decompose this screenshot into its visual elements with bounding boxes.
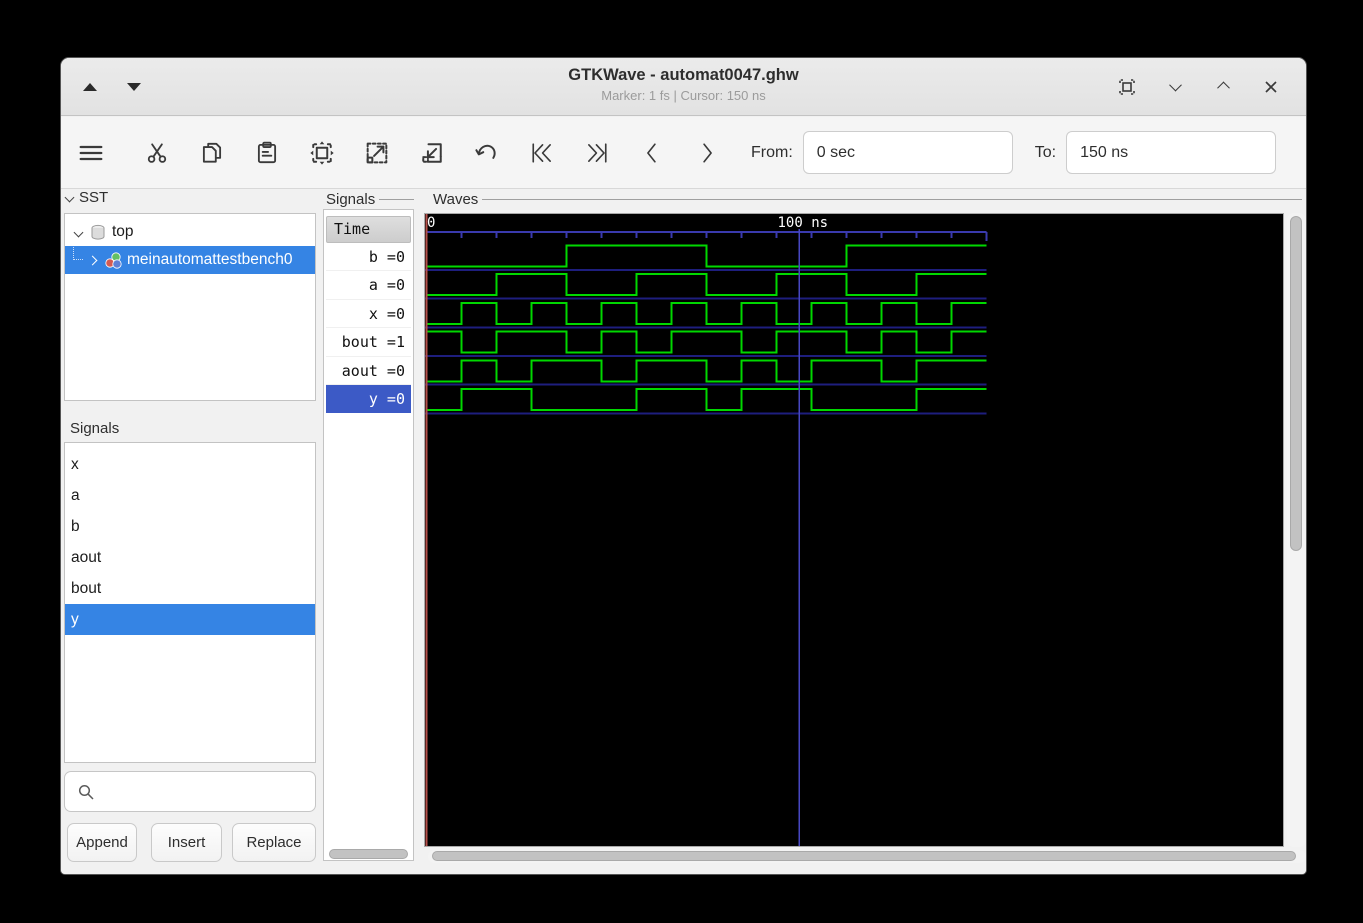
fullscreen-toggle-icon[interactable] [1114,74,1140,100]
signal-name-list: xabaoutbouty [64,442,316,763]
cut-icon[interactable] [135,131,179,175]
reload-icon[interactable] [1294,131,1307,175]
tree-guide [73,246,83,260]
waves-frame-label: Waves [433,191,1302,208]
expander-icon[interactable] [88,255,98,265]
signals-hscrollbar[interactable] [329,849,408,859]
signals-values-panel: Time b =0a =0x =0bout =1aout =0y =0 [323,209,414,861]
pane-down-icon[interactable] [121,74,147,100]
time-header[interactable]: Time [326,216,411,243]
waves-hscrollbar-track[interactable] [428,850,1306,863]
pane-up-icon[interactable] [77,74,103,100]
testbench-icon [105,252,123,269]
zoom-fit-icon[interactable] [300,131,344,175]
waves-vscrollbar-track[interactable] [1287,213,1306,847]
signals-frame-label: Signals [326,191,414,208]
copy-icon[interactable] [190,131,234,175]
list-item-a[interactable]: a [65,480,315,511]
undo-icon[interactable] [465,131,509,175]
roll-up-icon[interactable] [1210,74,1236,100]
roll-down-icon[interactable] [1162,74,1188,100]
search-icon [77,783,95,801]
zoom-out-icon[interactable] [410,131,454,175]
expander-icon[interactable] [74,227,84,237]
list-item-b[interactable]: b [65,511,315,542]
to-input[interactable] [1066,131,1276,174]
step-right-icon[interactable] [685,131,729,175]
gtkwave-window: GTKWave - automat0047.ghw Marker: 1 fs |… [60,57,1307,875]
sst-frame-label[interactable]: SST [66,189,108,206]
signal-value-rows: b =0a =0x =0bout =1aout =0y =0 [326,243,411,413]
waves-hscrollbar-thumb[interactable] [432,851,1296,861]
list-item-y[interactable]: y [65,604,315,635]
svg-text:100 ns: 100 ns [778,215,829,231]
waves-vscrollbar-thumb[interactable] [1290,216,1302,551]
skip-to-end-icon[interactable] [575,131,619,175]
list-item-x[interactable]: x [65,449,315,480]
signal-value-row[interactable]: aout =0 [326,357,411,385]
search-box [64,771,316,812]
module-icon [90,224,106,241]
insert-button[interactable]: Insert [151,823,222,862]
close-icon[interactable] [1258,74,1284,100]
toolbar: From: To: [61,117,1306,189]
signal-value-row[interactable]: x =0 [326,300,411,328]
list-item-bout[interactable]: bout [65,573,315,604]
main-content: SST top meinautomattestbench0 [61,189,1306,874]
tree-item-label: top [112,223,134,241]
sst-signals-label: Signals [70,420,119,437]
signal-value-row[interactable]: b =0 [326,243,411,271]
wave-canvas[interactable]: 0 100 ns [424,213,1284,847]
svg-text:0: 0 [427,215,435,231]
signal-value-row[interactable]: a =0 [326,271,411,299]
titlebar: GTKWave - automat0047.ghw Marker: 1 fs |… [61,58,1306,116]
menu-icon[interactable] [69,131,113,175]
skip-to-start-icon[interactable] [520,131,564,175]
signal-value-row[interactable]: bout =1 [326,328,411,356]
tree-item-label: meinautomattestbench0 [127,251,292,269]
zoom-in-icon[interactable] [355,131,399,175]
step-left-icon[interactable] [630,131,674,175]
tree-item-top[interactable]: top [65,218,315,246]
list-item-aout[interactable]: aout [65,542,315,573]
from-label: From: [751,144,793,162]
append-button[interactable]: Append [67,823,137,862]
paste-icon[interactable] [245,131,289,175]
search-input[interactable] [95,772,315,811]
sst-tree: top meinautomattestbench0 [64,213,316,401]
from-input[interactable] [803,131,1013,174]
to-label: To: [1035,144,1056,162]
tree-item-testbench[interactable]: meinautomattestbench0 [65,246,315,274]
collapse-icon [65,193,75,203]
replace-button[interactable]: Replace [232,823,316,862]
signal-value-row[interactable]: y =0 [326,385,411,413]
